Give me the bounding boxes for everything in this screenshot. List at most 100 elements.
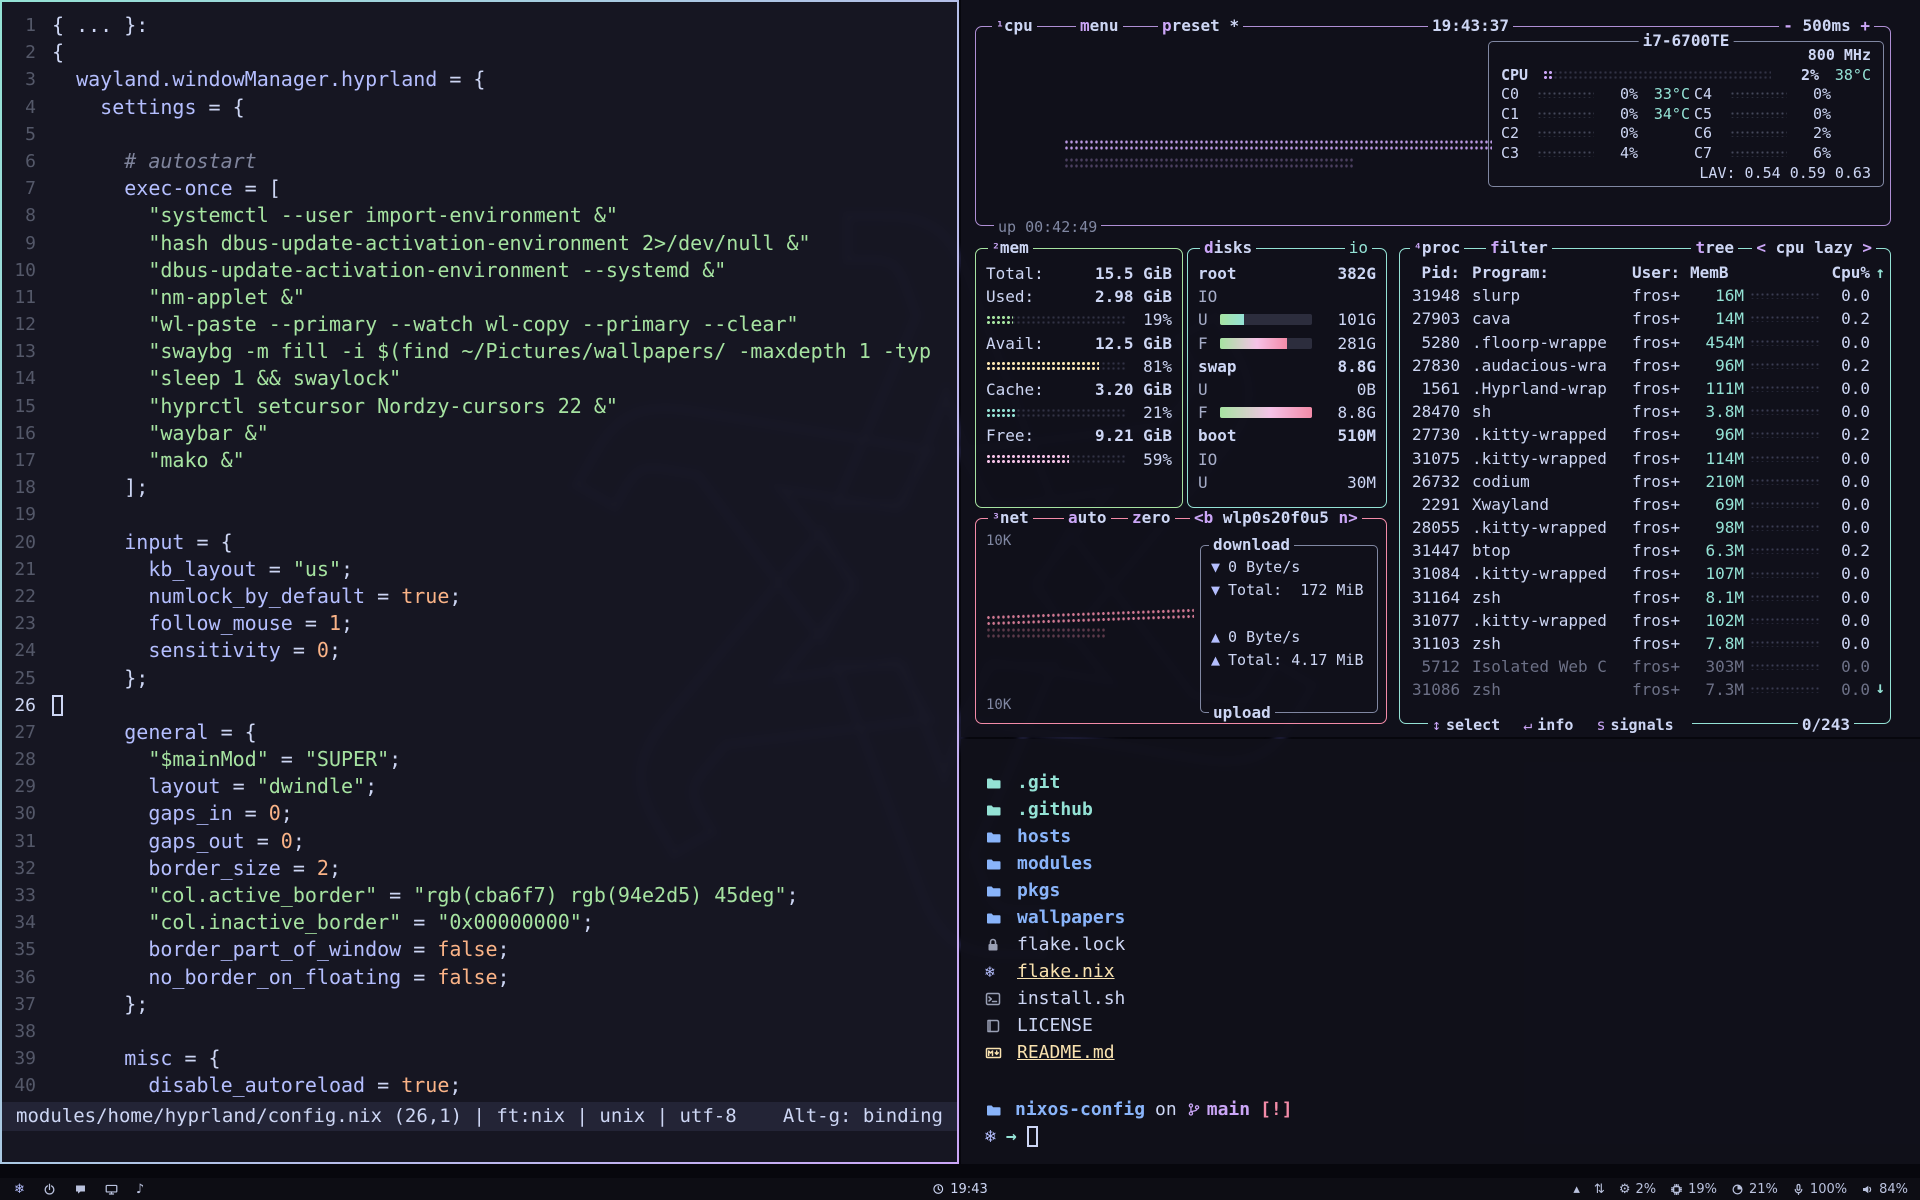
disk-row: F8.8G xyxy=(1198,401,1376,424)
code-line[interactable]: 11 "nm-applet &" xyxy=(2,284,955,311)
code-line[interactable]: 4 settings = { xyxy=(2,94,955,121)
proc-sort-selector[interactable]: < cpu lazy > xyxy=(1752,238,1876,258)
code-line[interactable]: 37 }; xyxy=(2,991,955,1018)
code-line[interactable]: 19 xyxy=(2,501,955,528)
file-row-pkgs: pkgs xyxy=(985,877,1920,904)
proc-scroll-down-icon[interactable]: ↓ xyxy=(1875,678,1885,697)
code-line[interactable]: 26 xyxy=(2,692,955,719)
code-line[interactable]: 15 "hyprctl setcursor Nordzy-cursors 22 … xyxy=(2,393,955,420)
code-line[interactable]: 6 # autostart xyxy=(2,148,955,175)
code-line[interactable]: 39 misc = { xyxy=(2,1045,955,1072)
microphone-icon xyxy=(1792,1183,1805,1196)
process-row[interactable]: 31948slurpfros+16M0.0 xyxy=(1400,284,1890,307)
process-row[interactable]: 31447btopfros+6.3M0.2 xyxy=(1400,539,1890,562)
code-line[interactable]: 27 general = { xyxy=(2,719,955,746)
net-scale-bottom: 10K xyxy=(986,697,1011,713)
code-line[interactable]: 10 "dbus-update-activation-environment -… xyxy=(2,257,955,284)
process-row[interactable]: 31077.kitty-wrappedfros+102M0.0 xyxy=(1400,609,1890,632)
nix-launcher-icon[interactable]: ❄ xyxy=(14,1182,25,1197)
code-line[interactable]: 16 "waybar &" xyxy=(2,420,955,447)
display-icon[interactable] xyxy=(105,1183,118,1196)
btop-preset-button[interactable]: preset * xyxy=(1158,16,1243,36)
process-row[interactable]: 26732codiumfros+210M0.0 xyxy=(1400,470,1890,493)
power-icon[interactable] xyxy=(43,1183,56,1196)
code-line[interactable]: 3 wayland.windowManager.hyprland = { xyxy=(2,66,955,93)
proc-scroll-up-icon[interactable]: ↑ xyxy=(1875,263,1885,282)
proc-filter-button[interactable]: filter xyxy=(1486,238,1552,258)
net-interface-selector[interactable]: <b wlp0s20f0u5 n> xyxy=(1190,508,1362,528)
code-line[interactable]: 8 "systemctl --user import-environment &… xyxy=(2,202,955,229)
process-row[interactable]: 2291Xwaylandfros+69M0.0 xyxy=(1400,493,1890,516)
prompt-directory: nixos-config xyxy=(1015,1099,1145,1120)
process-row[interactable]: 5712Isolated Web Cfros+303M0.0 xyxy=(1400,655,1890,678)
net-auto-toggle[interactable]: auto xyxy=(1064,508,1111,528)
code-line[interactable]: 13 "swaybg -m fill -i $(find ~/Pictures/… xyxy=(2,338,955,365)
code-line[interactable]: 21 kb_layout = "us"; xyxy=(2,556,955,583)
volume-stat[interactable]: 84% xyxy=(1861,1182,1908,1197)
code-line[interactable]: 40 disable_autoreload = true; xyxy=(2,1072,955,1099)
code-line[interactable]: 28 "$mainMod" = "SUPER"; xyxy=(2,746,955,773)
code-line[interactable]: 30 gaps_in = 0; xyxy=(2,800,955,827)
network-arrows-icon[interactable]: ⇅ xyxy=(1594,1182,1605,1197)
mic-stat[interactable]: 100% xyxy=(1792,1182,1847,1197)
code-line[interactable]: 35 border_part_of_window = false; xyxy=(2,936,955,963)
code-line[interactable]: 22 numlock_by_default = true; xyxy=(2,583,955,610)
code-line[interactable]: 2{ xyxy=(2,39,955,66)
code-line[interactable]: 25 }; xyxy=(2,665,955,692)
code-line[interactable]: 5 xyxy=(2,121,955,148)
code-line[interactable]: 24 sensitivity = 0; xyxy=(2,637,955,664)
cpu-box: ¹cpu menu preset * 19:43:37 - 500ms + i7… xyxy=(975,26,1891,226)
net-zero-toggle[interactable]: zero xyxy=(1128,508,1175,528)
cpu-stat[interactable]: ⚙2% xyxy=(1619,1182,1656,1197)
process-row[interactable]: 28055.kitty-wrappedfros+98M0.0 xyxy=(1400,516,1890,539)
btop-interval-control[interactable]: - 500ms + xyxy=(1779,16,1874,36)
process-row[interactable]: 5280.floorp-wrappefros+454M0.0 xyxy=(1400,331,1890,354)
code-line[interactable]: 33 "col.active_border" = "rgb(cba6f7) rg… xyxy=(2,882,955,909)
code-line[interactable]: 31 gaps_out = 0; xyxy=(2,828,955,855)
code-line[interactable]: 18 ]; xyxy=(2,474,955,501)
code-line[interactable]: 1{ ... }: xyxy=(2,12,955,39)
code-line[interactable]: 14 "sleep 1 && swaylock" xyxy=(2,365,955,392)
process-row[interactable]: 1561.Hyprland-wrapfros+111M0.0 xyxy=(1400,377,1890,400)
code-area[interactable]: 1{ ... }:2{3 wayland.windowManager.hyprl… xyxy=(2,12,955,1100)
process-row[interactable]: 31103zshfros+7.8M0.0 xyxy=(1400,632,1890,655)
code-line[interactable]: 29 layout = "dwindle"; xyxy=(2,773,955,800)
proc-tree-toggle[interactable]: tree xyxy=(1691,238,1738,258)
code-line[interactable]: 32 border_size = 2; xyxy=(2,855,955,882)
disks-io-toggle[interactable]: io xyxy=(1345,238,1372,258)
code-line[interactable]: 36 no_border_on_floating = false; xyxy=(2,964,955,991)
process-row[interactable]: 27903cavafros+14M0.2 xyxy=(1400,307,1890,330)
proc-selection-count: 0/243 xyxy=(1798,715,1854,734)
process-row[interactable]: 27730.kitty-wrappedfros+96M0.2 xyxy=(1400,423,1890,446)
proc-signals-hint[interactable]: ssignals xyxy=(1596,716,1673,734)
code-line[interactable]: 23 follow_mouse = 1; xyxy=(2,610,955,637)
terminal-script-icon xyxy=(985,991,1005,1007)
code-line[interactable]: 38 xyxy=(2,1018,955,1045)
music-icon[interactable]: ♪ xyxy=(136,1182,144,1197)
bar-clock-module[interactable]: 19:43 xyxy=(932,1182,987,1197)
proc-info-hint[interactable]: ↵info xyxy=(1523,716,1573,734)
process-row[interactable]: 31086zshfros+7.3M0.0 xyxy=(1400,678,1890,701)
code-line[interactable]: 20 input = { xyxy=(2,529,955,556)
file-row-flake-lock: flake.lock xyxy=(985,931,1920,958)
uptime: up 00:42:49 xyxy=(994,218,1101,236)
code-line[interactable]: 17 "mako &" xyxy=(2,447,955,474)
chat-icon[interactable] xyxy=(74,1183,87,1196)
disk-row: IO xyxy=(1198,448,1376,471)
code-line[interactable]: 12 "wl-paste --primary --watch wl-copy -… xyxy=(2,311,955,338)
proc-select-hint[interactable]: ↕select xyxy=(1432,716,1500,734)
disk-stat[interactable]: 21% xyxy=(1731,1182,1778,1197)
process-row[interactable]: 31075.kitty-wrappedfros+114M0.0 xyxy=(1400,447,1890,470)
tray-expand-icon[interactable]: ▴ xyxy=(1573,1182,1580,1197)
process-row[interactable]: 31084.kitty-wrappedfros+107M0.0 xyxy=(1400,562,1890,585)
process-row[interactable]: 28470shfros+3.8M0.0 xyxy=(1400,400,1890,423)
disks-box-title[interactable]: disks xyxy=(1200,238,1256,258)
btop-menu-button[interactable]: menu xyxy=(1076,16,1123,36)
process-row[interactable]: 27830.audacious-wrafros+96M0.2 xyxy=(1400,354,1890,377)
mem-stat-row: Total:15.5 GiB xyxy=(986,262,1172,285)
code-line[interactable]: 9 "hash dbus-update-activation-environme… xyxy=(2,230,955,257)
ram-stat[interactable]: 19% xyxy=(1670,1182,1717,1197)
code-line[interactable]: 7 exec-once = [ xyxy=(2,175,955,202)
process-row[interactable]: 31164zshfros+8.1M0.0 xyxy=(1400,586,1890,609)
code-line[interactable]: 34 "col.inactive_border" = "0x00000000"; xyxy=(2,909,955,936)
